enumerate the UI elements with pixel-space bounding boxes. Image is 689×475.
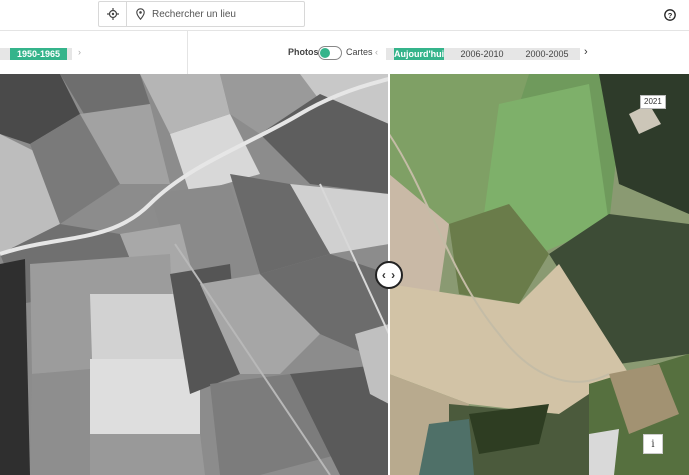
swipe-handle[interactable]: ‹ › <box>375 261 403 289</box>
right-timeline: Photos Cartes ‹ Aujourd'hui 2006-2010 20… <box>188 31 689 75</box>
map-view[interactable]: ‹ › 2021 i <box>0 74 689 475</box>
search-input[interactable] <box>152 8 302 20</box>
toggle-knob <box>320 48 330 58</box>
info-button[interactable]: i <box>643 434 663 454</box>
svg-text:?: ? <box>668 11 673 20</box>
historical-aerial-photo[interactable] <box>0 74 389 475</box>
current-aerial-photo[interactable] <box>389 74 689 475</box>
help-button[interactable]: ? <box>664 8 676 21</box>
timeline-bar: 1950-1965 › Photos Cartes ‹ Aujourd'hui … <box>0 30 689 75</box>
swipe-arrows-icon: ‹ › <box>381 268 397 282</box>
top-bar: ? <box>0 0 689 30</box>
help-icon: ? <box>664 9 676 21</box>
chevron-right-icon[interactable]: › <box>584 46 588 58</box>
search-box <box>98 1 305 27</box>
period-2006-2010[interactable]: 2006-2010 <box>450 48 514 60</box>
locate-icon <box>106 8 119 20</box>
right-period-track: Aujourd'hui 2006-2010 2000-2005 <box>386 48 580 60</box>
photos-label: Photos <box>288 47 319 57</box>
left-timeline: 1950-1965 › <box>0 31 188 75</box>
chevron-left-icon[interactable]: ‹ <box>375 47 378 57</box>
left-period-selected[interactable]: 1950-1965 <box>10 48 67 60</box>
info-icon: i <box>651 438 655 450</box>
left-period-track: 1950-1965 <box>0 48 72 60</box>
chevron-right-icon[interactable]: › <box>78 47 81 57</box>
period-2000-2005[interactable]: 2000-2005 <box>514 48 580 60</box>
location-pin-icon <box>136 8 148 20</box>
period-today[interactable]: Aujourd'hui <box>394 48 444 60</box>
photos-cartes-toggle[interactable] <box>318 46 342 60</box>
cartes-label: Cartes <box>346 47 373 57</box>
locate-button[interactable] <box>99 2 127 26</box>
current-year-badge: 2021 <box>640 95 666 109</box>
